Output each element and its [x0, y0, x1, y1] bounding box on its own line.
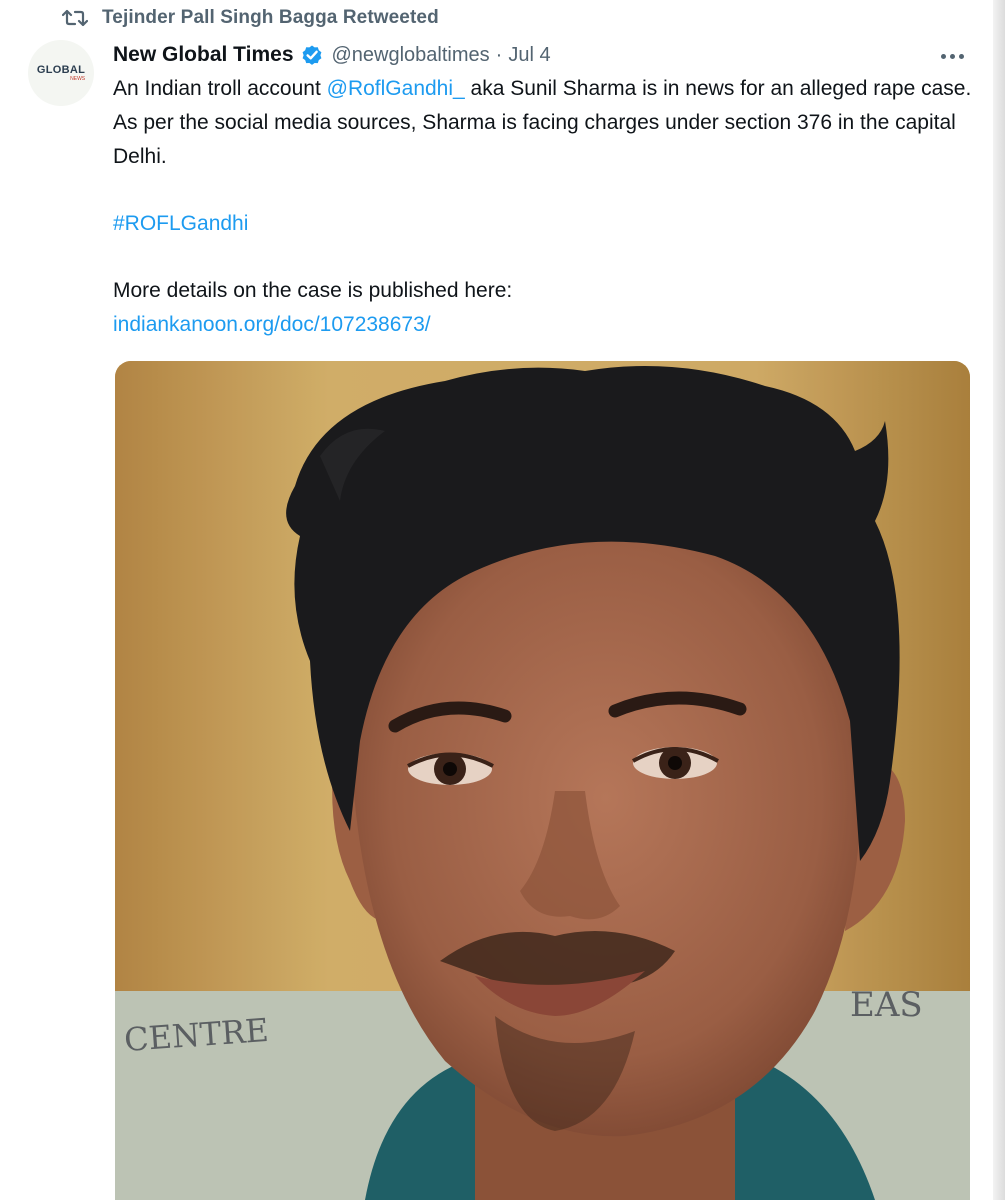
- tweet-text: An Indian troll account @RoflGandhi_ aka…: [113, 72, 973, 342]
- tweet-date[interactable]: Jul 4: [508, 44, 550, 67]
- avatar-logo-text: GLOBAL: [36, 63, 86, 76]
- header-separator: ·: [495, 43, 503, 66]
- hashtag-link[interactable]: #ROFLGandhi: [113, 212, 248, 235]
- more-icon[interactable]: [937, 44, 967, 68]
- author-name[interactable]: New Global Times: [113, 43, 294, 67]
- tweet-paragraph: An Indian troll account @RoflGandhi_ aka…: [113, 72, 973, 174]
- avatar-logo-subtext: NEWS: [70, 75, 86, 82]
- retweet-indicator[interactable]: Tejinder Pall Singh Bagga Retweeted: [62, 4, 439, 32]
- author-handle[interactable]: @newglobaltimes: [332, 44, 490, 67]
- tweet-photo[interactable]: CENTRE EAS: [115, 361, 970, 1200]
- tweet-header: New Global Times @newglobaltimes · Jul 4: [113, 38, 993, 72]
- external-link[interactable]: indiankanoon.org/doc/107238673/: [113, 313, 431, 336]
- avatar[interactable]: GLOBAL NEWS: [28, 40, 94, 106]
- portrait-photo: CENTRE EAS: [115, 361, 970, 1200]
- verified-badge-icon: [302, 45, 321, 65]
- wall-text-right: EAS: [850, 985, 923, 1025]
- avatar-logo: GLOBAL NEWS: [36, 63, 86, 82]
- right-edge: [993, 0, 1005, 1200]
- retweet-label[interactable]: Tejinder Pall Singh Bagga Retweeted: [102, 7, 439, 29]
- details-text: More details on the case is published he…: [113, 279, 513, 302]
- tweet-screenshot: Tejinder Pall Singh Bagga Retweeted GLOB…: [0, 0, 1005, 1200]
- mention-link[interactable]: @RoflGandhi_: [327, 77, 465, 100]
- tweet-text-prefix: An Indian troll account: [113, 77, 321, 100]
- retweet-icon: [62, 9, 88, 27]
